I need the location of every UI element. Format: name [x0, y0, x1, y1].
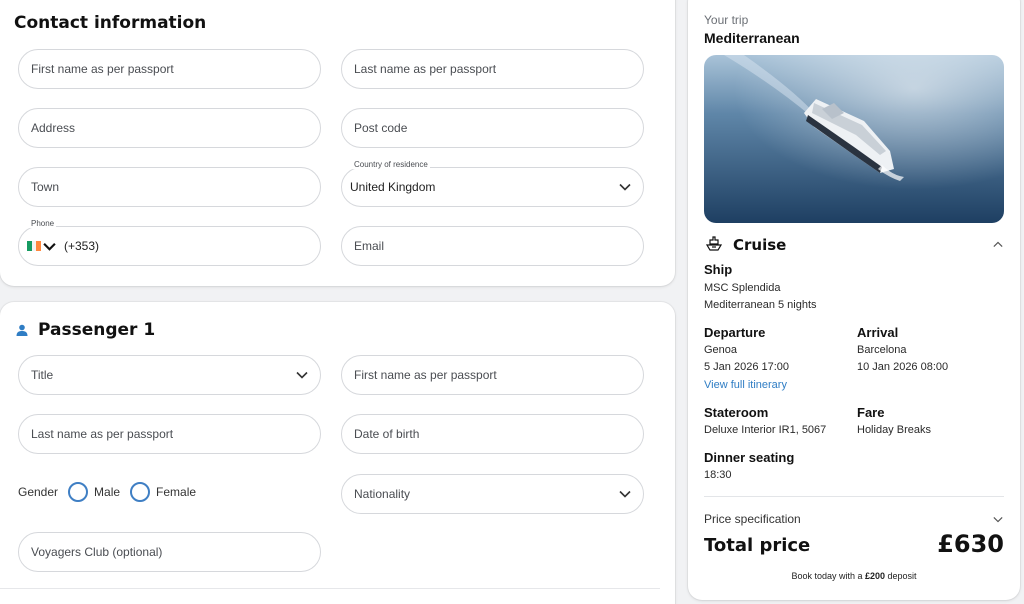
trip-name: Mediterranean: [704, 30, 800, 46]
chevron-down-icon[interactable]: [993, 516, 1003, 523]
stateroom-value: Deluxe Interior IR1, 5067: [704, 424, 827, 436]
ireland-flag-icon: [27, 241, 42, 251]
ship-name: MSC Splendida: [704, 282, 781, 294]
chevron-down-icon: [619, 183, 631, 191]
voyagers-club-placeholder: Voyagers Club (optional): [31, 545, 163, 559]
cruise-ship-image: [704, 55, 1004, 223]
nationality-select[interactable]: Nationality: [341, 474, 644, 514]
passenger-title: Passenger 1: [38, 320, 156, 340]
contact-first-name-placeholder: First name as per passport: [31, 62, 174, 76]
passenger-last-name-placeholder: Last name as per passport: [31, 427, 174, 441]
contact-information-title: Contact information: [14, 13, 207, 33]
total-price-value: £630: [937, 530, 1004, 558]
passenger-title-placeholder: Title: [31, 368, 54, 382]
dinner-seating-label: Dinner seating: [704, 450, 795, 465]
total-price-label: Total price: [704, 535, 811, 556]
date-of-birth-placeholder: Date of birth: [354, 427, 420, 441]
phone-label: Phone: [29, 219, 57, 228]
gender-radio-group: Gender Male Female: [18, 482, 196, 502]
gender-label: Gender: [18, 485, 59, 499]
address-placeholder: Address: [31, 121, 76, 135]
contact-last-name-placeholder: Last name as per passport: [354, 62, 497, 76]
passenger-first-name-placeholder: First name as per passport: [354, 368, 497, 382]
phone-input[interactable]: Phone (+353): [18, 219, 321, 266]
passenger-title-select[interactable]: Title: [18, 355, 321, 395]
country-of-residence-label: Country of residence: [352, 160, 430, 169]
price-specification-toggle[interactable]: Price specification: [704, 512, 801, 526]
arrival-port: Barcelona: [857, 344, 907, 356]
email-input[interactable]: Email: [341, 226, 644, 266]
person-icon: [16, 324, 28, 336]
passenger-last-name-input[interactable]: Last name as per passport: [18, 414, 321, 454]
departure-label: Departure: [704, 325, 766, 340]
female-label: Female: [156, 485, 197, 499]
chevron-down-icon[interactable]: [43, 242, 56, 251]
ship-label: Ship: [704, 262, 733, 277]
deposit-suffix: deposit: [885, 571, 917, 581]
deposit-amount: £200: [864, 571, 886, 581]
male-radio[interactable]: [68, 482, 89, 502]
contact-last-name-input[interactable]: Last name as per passport: [341, 49, 644, 89]
cruise-ship-illustration: [704, 55, 1004, 223]
fare-label: Fare: [857, 405, 885, 420]
deposit-prefix: Book today with a: [791, 571, 865, 581]
male-label: Male: [94, 485, 121, 499]
deposit-note: Book today with a £200 deposit: [704, 571, 1004, 581]
arrival-time: 10 Jan 2026 08:00: [857, 361, 949, 373]
address-input[interactable]: Address: [18, 108, 321, 148]
country-of-residence-select[interactable]: Country of residence United Kingdom: [341, 160, 644, 207]
section-divider: [0, 588, 660, 589]
gender-option-male[interactable]: Male: [68, 482, 120, 502]
female-radio[interactable]: [130, 482, 151, 502]
chevron-up-icon[interactable]: [993, 241, 1003, 248]
stateroom-label: Stateroom: [704, 405, 769, 420]
dinner-seating-value: 18:30: [704, 469, 732, 481]
chevron-down-icon: [619, 490, 631, 498]
arrival-label: Arrival: [857, 325, 899, 340]
country-of-residence-value: United Kingdom: [350, 180, 436, 194]
ship-icon: [706, 236, 722, 251]
departure-time: 5 Jan 2026 17:00: [704, 361, 790, 373]
trip-divider: [704, 496, 1004, 497]
view-itinerary-link[interactable]: View full itinerary: [704, 379, 787, 391]
email-placeholder: Email: [354, 239, 385, 253]
departure-port: Genoa: [704, 344, 738, 356]
town-placeholder: Town: [31, 180, 60, 194]
voyagers-club-input[interactable]: Voyagers Club (optional): [18, 532, 321, 572]
contact-first-name-input[interactable]: First name as per passport: [18, 49, 321, 89]
post-code-placeholder: Post code: [354, 121, 408, 135]
gender-option-female[interactable]: Female: [130, 482, 196, 502]
passenger-first-name-input[interactable]: First name as per passport: [341, 355, 644, 395]
phone-country-code: (+353): [64, 239, 100, 253]
post-code-input[interactable]: Post code: [341, 108, 644, 148]
cruise-heading: Cruise: [733, 236, 787, 254]
fare-value: Holiday Breaks: [857, 424, 931, 436]
date-of-birth-input[interactable]: Date of birth: [341, 414, 644, 454]
town-input[interactable]: Town: [18, 167, 321, 207]
trip-summary-card: Your trip Mediterranean Cruise Ship MSC …: [688, 0, 1020, 600]
ship-route: Mediterranean 5 nights: [704, 299, 817, 311]
chevron-down-icon: [296, 371, 308, 379]
trip-eyebrow: Your trip: [704, 13, 749, 27]
nationality-placeholder: Nationality: [354, 487, 411, 501]
